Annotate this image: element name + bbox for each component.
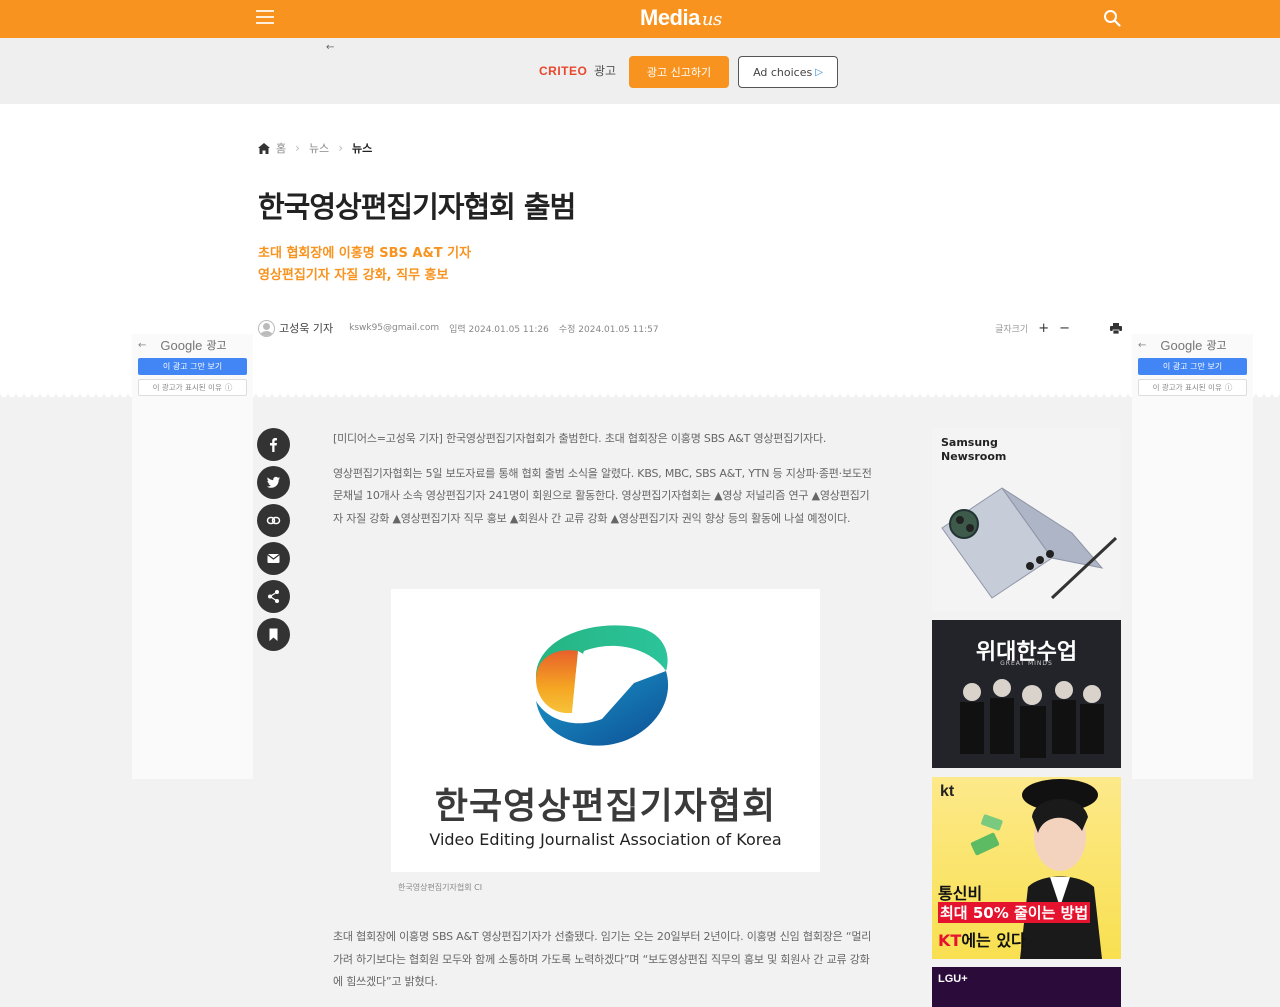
copy-link-button[interactable] <box>257 504 290 537</box>
great-minds-ad[interactable]: 위대한수업 GREAT MINDS <box>932 620 1121 768</box>
google-side-ad-right: ← Google 광고 이 광고 그만 보기 이 광고가 표시된 이유 ⓘ <box>1132 334 1253 779</box>
kt-ad-line-3-text: 에는 있다 <box>961 931 1026 950</box>
share-more-button[interactable] <box>257 580 290 613</box>
reporter-email[interactable]: kswk95@gmail.com <box>349 323 439 333</box>
breadcrumb: 홈 › 뉴스 › 뉴스 <box>258 140 372 156</box>
kt-ad-line-2: 최대 50% 줄이는 방법 <box>938 902 1091 923</box>
stop-ad-button[interactable]: 이 광고 그만 보기 <box>138 358 247 375</box>
ad-back-arrow-icon[interactable]: ← <box>326 42 334 53</box>
bookmark-button[interactable] <box>257 618 290 651</box>
google-logo: Google <box>160 337 203 353</box>
association-logo-icon <box>535 625 669 746</box>
google-ad-header: ← Google 광고 <box>132 334 253 356</box>
twitter-share-button[interactable] <box>257 466 290 499</box>
share-icon <box>268 590 279 603</box>
report-ad-button[interactable]: 광고 신고하기 <box>629 56 729 88</box>
article-paragraph: 초대 협회장에 이홍명 SBS A&T 영상편집기자가 선출됐다. 임기는 오는… <box>333 930 872 988</box>
font-increase-button[interactable]: + <box>1038 321 1049 336</box>
share-toolbar <box>257 428 290 651</box>
breadcrumb-home[interactable]: 홈 <box>276 140 286 156</box>
bookmark-icon <box>269 628 278 641</box>
article-tools: 글자크기 + − <box>995 321 1122 336</box>
why-this-ad-label: 이 광고가 표시된 이유 <box>152 383 222 392</box>
figure-korean-name: 한국영상편집기자협회 <box>434 786 777 827</box>
article-title: 한국영상편집기자협회 출범 <box>258 190 576 224</box>
hamburger-menu-icon[interactable] <box>256 10 274 26</box>
facebook-share-button[interactable] <box>257 428 290 461</box>
email-share-button[interactable] <box>257 542 290 575</box>
breadcrumb-current[interactable]: 뉴스 <box>352 140 372 156</box>
lgu-logo: LGU+ <box>938 973 968 985</box>
chevron-right-icon: › <box>338 141 343 155</box>
figure-caption: 한국영상편집기자협회 CI <box>398 883 483 892</box>
kt-ad-line-3-brand: KT <box>938 931 962 950</box>
kt-ad-line-3: KT에는 있다 <box>938 927 1026 951</box>
criteo-ad-banner: ← CRITEO 광고 광고 신고하기 Ad choices ▷ <box>0 38 1280 104</box>
reporter-avatar-icon <box>258 319 275 337</box>
kt-promo-ad[interactable]: kt 통신비 최대 50% 줄이는 방법 KT에는 있다 <box>932 777 1121 959</box>
home-icon[interactable] <box>258 142 270 154</box>
figure-english-name: Video Editing Journalist Association of … <box>429 830 782 849</box>
kt-ad-line-1: 통신비 <box>938 884 983 903</box>
article-byline: 고성욱 기자 kswk95@gmail.com 입력 2024.01.05 11… <box>258 318 1122 338</box>
breadcrumb-section[interactable]: 뉴스 <box>309 140 329 156</box>
reporter-name[interactable]: 고성욱 기자 <box>279 320 333 336</box>
modified-date: 수정 2024.01.05 11:57 <box>558 324 659 335</box>
criteo-ad-label: 광고 <box>594 64 617 78</box>
logo-text: Media <box>640 5 700 30</box>
why-this-ad-label: 이 광고가 표시된 이유 <box>1152 383 1222 392</box>
criteo-logo: CRITEO <box>539 64 588 78</box>
font-decrease-button[interactable]: − <box>1059 321 1070 336</box>
google-ad-label: 광고 <box>1206 339 1227 352</box>
why-this-ad-button[interactable]: 이 광고가 표시된 이유 ⓘ <box>1138 379 1247 396</box>
article-subtitle: 초대 협회장에 이홍명 SBS A&T 기자 영상편집기자 자질 강화, 직무 … <box>258 243 471 287</box>
published-date: 입력 2024.01.05 11:26 <box>449 324 549 335</box>
facebook-icon <box>270 438 277 452</box>
google-ad-label: 광고 <box>206 339 227 352</box>
ad-choices-icon: ▷ <box>815 66 823 78</box>
twitter-icon <box>266 476 280 488</box>
top-navigation-bar: Media us <box>0 0 1280 38</box>
article-paragraph: 영상편집기자협회는 5일 보도자료를 통해 협회 출범 소식을 알렸다. KBS… <box>333 466 872 525</box>
link-icon <box>266 516 281 525</box>
ad-back-arrow-icon[interactable]: ← <box>138 340 146 351</box>
lecturers-group-image <box>960 679 1104 758</box>
stop-ad-button[interactable]: 이 광고 그만 보기 <box>1138 358 1247 375</box>
ad-choices-button[interactable]: Ad choices ▷ <box>738 56 838 88</box>
google-ad-header: ← Google 광고 <box>1132 334 1253 356</box>
lgu-plus-ad[interactable]: LGU+ <box>932 967 1121 1007</box>
google-logo: Google <box>1160 337 1203 353</box>
info-icon: ⓘ <box>1224 383 1233 392</box>
mail-icon <box>267 554 280 563</box>
print-icon[interactable] <box>1110 322 1122 334</box>
article-paragraph: [미디어스=고성욱 기자] 한국영상편집기자협회가 출범한다. 초대 협회장은 … <box>333 432 827 445</box>
subtitle-line-1: 초대 협회장에 이홍명 SBS A&T 기자 <box>258 246 472 261</box>
article-figure-logo[interactable]: 한국영상편집기자협회 Video Editing Journalist Asso… <box>391 589 820 872</box>
foldable-phone-image <box>941 487 1118 600</box>
font-size-label: 글자크기 <box>995 324 1029 335</box>
info-icon: ⓘ <box>224 383 233 392</box>
site-logo[interactable]: Media us <box>640 5 722 33</box>
chevron-right-icon: › <box>295 141 300 155</box>
why-this-ad-button[interactable]: 이 광고가 표시된 이유 ⓘ <box>138 379 247 396</box>
ad-back-arrow-icon[interactable]: ← <box>1138 340 1146 351</box>
article-body-continued: 초대 협회장에 이홍명 SBS A&T 영상편집기자가 선출됐다. 임기는 오는… <box>333 926 879 994</box>
google-side-ad-left: ← Google 광고 이 광고 그만 보기 이 광고가 표시된 이유 ⓘ <box>132 334 253 779</box>
subtitle-line-2: 영상편집기자 자질 강화, 직무 홍보 <box>258 268 449 283</box>
article-body: [미디어스=고성욱 기자] 한국영상편집기자협회가 출범한다. 초대 협회장은 … <box>333 428 879 542</box>
samsung-newsroom-ad[interactable]: Samsung Newsroom <box>932 428 1121 611</box>
ad-choices-label: Ad choices <box>753 65 813 79</box>
logo-script: us <box>701 9 722 30</box>
search-icon[interactable] <box>1103 9 1121 27</box>
